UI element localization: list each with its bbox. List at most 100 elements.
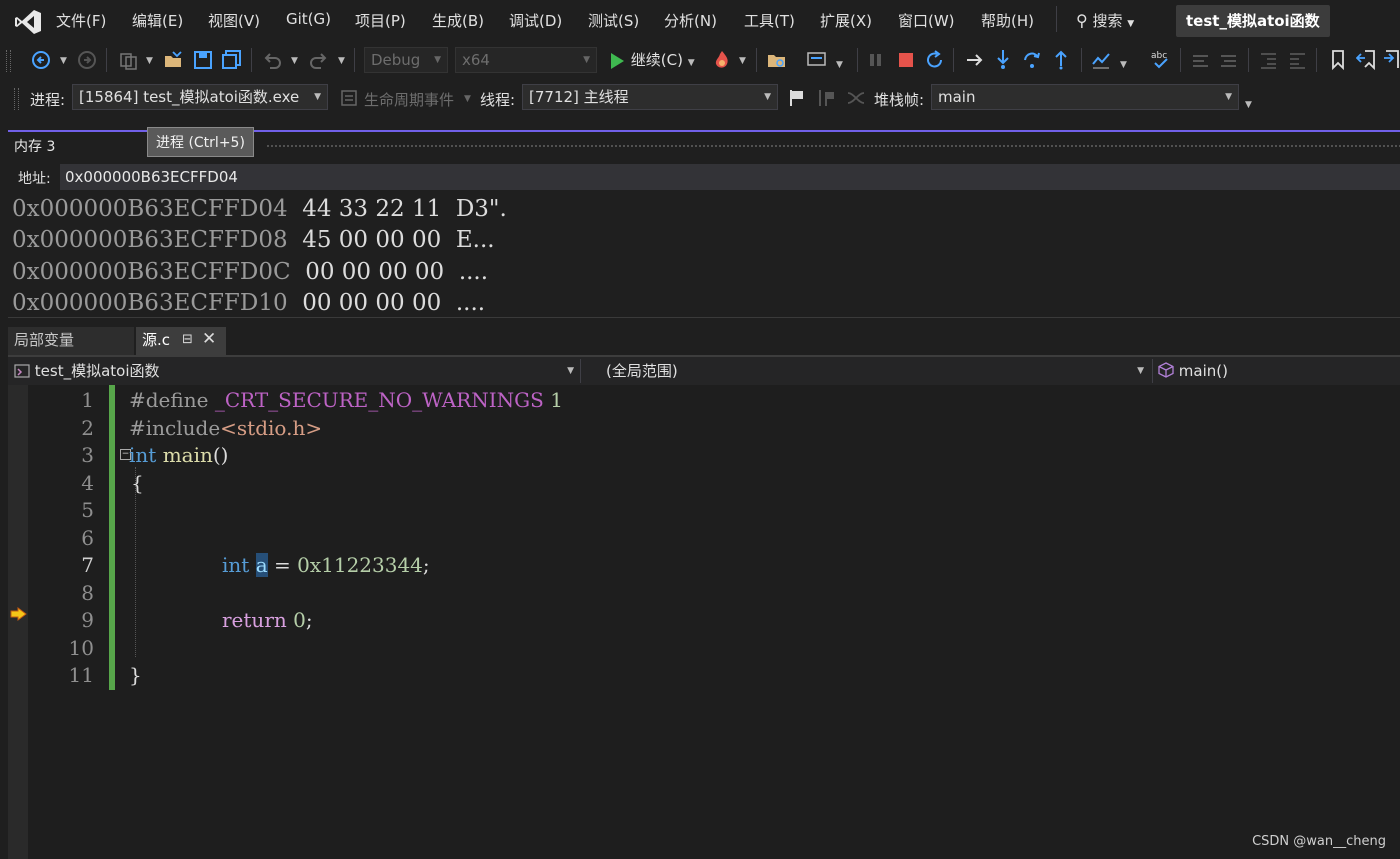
toggle-threads-icon[interactable] (846, 90, 866, 106)
line-number: 9 (81, 608, 94, 632)
memory-bytes[interactable]: 45 00 00 00 (302, 227, 441, 253)
solution-config-value: Debug (371, 51, 421, 69)
navigate-back-icon[interactable] (31, 50, 51, 70)
project-name: test_模拟atoi函数 (34, 362, 160, 380)
solution-config-dropdown[interactable]: Debug ▼ (364, 47, 448, 73)
menu-separator (1056, 6, 1057, 32)
line-number: 4 (81, 471, 94, 495)
pin-icon[interactable]: ⊟ (182, 327, 193, 353)
toolbar-overflow-icon[interactable]: ▼ (1245, 100, 1252, 110)
macro-value: 1 (550, 388, 563, 412)
next-bookmark-icon[interactable] (1384, 49, 1400, 71)
process-dropdown[interactable]: [15864] test_模拟atoi函数.exe ▼ (72, 84, 328, 110)
title-bar-grip[interactable] (266, 144, 1400, 149)
folder-view-icon[interactable] (766, 50, 788, 70)
close-icon[interactable]: ✕ (202, 326, 216, 352)
visual-studio-logo-icon[interactable] (14, 9, 42, 35)
continue-button[interactable]: 继续(C) ▼ (608, 49, 695, 73)
menu-extensions[interactable]: 扩展(X) (820, 10, 872, 31)
address-input[interactable]: 0x000000B63ECFFD04 (60, 164, 1400, 190)
next-statement-arrow-icon[interactable] (10, 607, 27, 621)
bookmark-icon[interactable] (1328, 49, 1348, 71)
flag-thread-icon[interactable] (788, 88, 806, 108)
memory-bytes[interactable]: 00 00 00 00 (302, 290, 441, 316)
member-dropdown[interactable]: main() (1158, 357, 1400, 385)
chevron-down-icon[interactable]: ▼ (739, 56, 746, 66)
menu-file[interactable]: 文件(F) (56, 10, 106, 31)
toolbar-grip[interactable] (6, 50, 11, 72)
code-line[interactable]: { (131, 471, 144, 495)
lifecycle-events-label[interactable]: 生命周期事件 (364, 89, 454, 110)
comment-lines-icon[interactable] (1190, 50, 1212, 70)
menu-debug[interactable]: 调试(D) (509, 10, 562, 31)
show-next-statement-icon[interactable] (964, 50, 986, 70)
stop-icon[interactable] (896, 50, 916, 70)
step-into-icon[interactable] (993, 48, 1013, 70)
diagnostic-tools-icon[interactable] (1091, 50, 1113, 70)
variable-highlight[interactable]: a (255, 553, 268, 577)
glyph-margin[interactable] (8, 385, 28, 859)
code-line[interactable]: return 0; (222, 608, 313, 632)
code-line[interactable]: int main() (129, 443, 228, 467)
hot-reload-icon[interactable] (711, 49, 733, 71)
restart-icon[interactable] (924, 49, 946, 71)
memory-window-title[interactable]: 内存 3 (8, 132, 61, 160)
chevron-down-icon[interactable]: ▼ (836, 60, 843, 70)
menu-project[interactable]: 项目(P) (355, 10, 406, 31)
flag-all-threads-icon[interactable] (816, 88, 836, 108)
navigate-forward-icon[interactable] (77, 50, 97, 70)
menu-git[interactable]: Git(G) (286, 10, 331, 28)
code-line-current[interactable]: int a = 0x11223344; (222, 553, 430, 577)
chevron-down-icon[interactable]: ▼ (60, 56, 67, 66)
step-out-icon[interactable] (1051, 48, 1071, 70)
application-insights-icon[interactable] (806, 50, 828, 70)
menu-build[interactable]: 生成(B) (432, 10, 484, 31)
chevron-down-icon[interactable]: ▼ (338, 56, 345, 66)
undo-icon[interactable] (261, 50, 283, 70)
stack-frame-dropdown[interactable]: main ▼ (931, 84, 1239, 110)
toolbar-separator (251, 48, 252, 72)
code-editor[interactable]: 1 2 3 4 5 6 7 8 9 10 11 − #define _CRT_S… (8, 385, 1400, 859)
menu-analyze[interactable]: 分析(N) (664, 10, 717, 31)
lifecycle-events-icon[interactable] (340, 89, 358, 107)
platform-dropdown[interactable]: x64 ▼ (455, 47, 597, 73)
memory-bytes[interactable]: 00 00 00 00 (305, 259, 444, 285)
pause-icon[interactable] (866, 50, 886, 70)
tab-source[interactable]: 源.c ⊟ ✕ (136, 327, 226, 355)
menu-test[interactable]: 测试(S) (588, 10, 639, 31)
menu-tools[interactable]: 工具(T) (744, 10, 795, 31)
chevron-down-icon[interactable]: ▼ (146, 56, 153, 66)
spell-check-icon[interactable]: abc (1149, 48, 1173, 72)
step-over-icon[interactable] (1021, 48, 1043, 70)
project-dropdown[interactable]: test_模拟atoi函数 ▼ (14, 357, 574, 385)
open-folder-icon[interactable] (163, 50, 185, 70)
code-line[interactable]: #define _CRT_SECURE_NO_WARNINGS 1 (129, 388, 563, 412)
memory-row: 0x000000B63ECFFD08 45 00 00 00 E... (12, 227, 495, 253)
chevron-down-icon[interactable]: ▼ (464, 94, 471, 104)
menu-help[interactable]: 帮助(H) (981, 10, 1034, 31)
save-all-icon[interactable] (221, 50, 243, 70)
uncomment-lines-icon[interactable] (1218, 50, 1240, 70)
redo-icon[interactable] (308, 50, 330, 70)
menu-view[interactable]: 视图(V) (208, 10, 260, 31)
new-project-icon[interactable] (118, 50, 140, 70)
search-icon: ⚲ (1076, 11, 1088, 30)
menu-edit[interactable]: 编辑(E) (132, 10, 183, 31)
previous-bookmark-icon[interactable] (1356, 49, 1378, 71)
code-line[interactable]: } (129, 663, 142, 687)
chevron-down-icon[interactable]: ▼ (1120, 60, 1127, 70)
number-literal: 0x11223344 (297, 553, 423, 577)
toolbar-grip[interactable] (14, 88, 19, 110)
chevron-down-icon[interactable]: ▼ (291, 56, 298, 66)
decrease-indent-icon[interactable] (1258, 50, 1280, 70)
memory-bytes[interactable]: 44 33 22 11 (302, 196, 441, 222)
thread-dropdown[interactable]: [7712] 主线程 ▼ (522, 84, 778, 110)
search-button[interactable]: ⚲ 搜索 ▼ (1076, 10, 1134, 31)
code-line[interactable]: #include<stdio.h> (129, 416, 322, 440)
line-number: 5 (81, 498, 94, 522)
save-icon[interactable] (193, 50, 213, 70)
tab-locals[interactable]: 局部变量 (8, 327, 134, 355)
scope-dropdown[interactable]: (全局范围) ▼ (606, 357, 1146, 385)
increase-indent-icon[interactable] (1287, 50, 1309, 70)
menu-window[interactable]: 窗口(W) (898, 10, 955, 31)
